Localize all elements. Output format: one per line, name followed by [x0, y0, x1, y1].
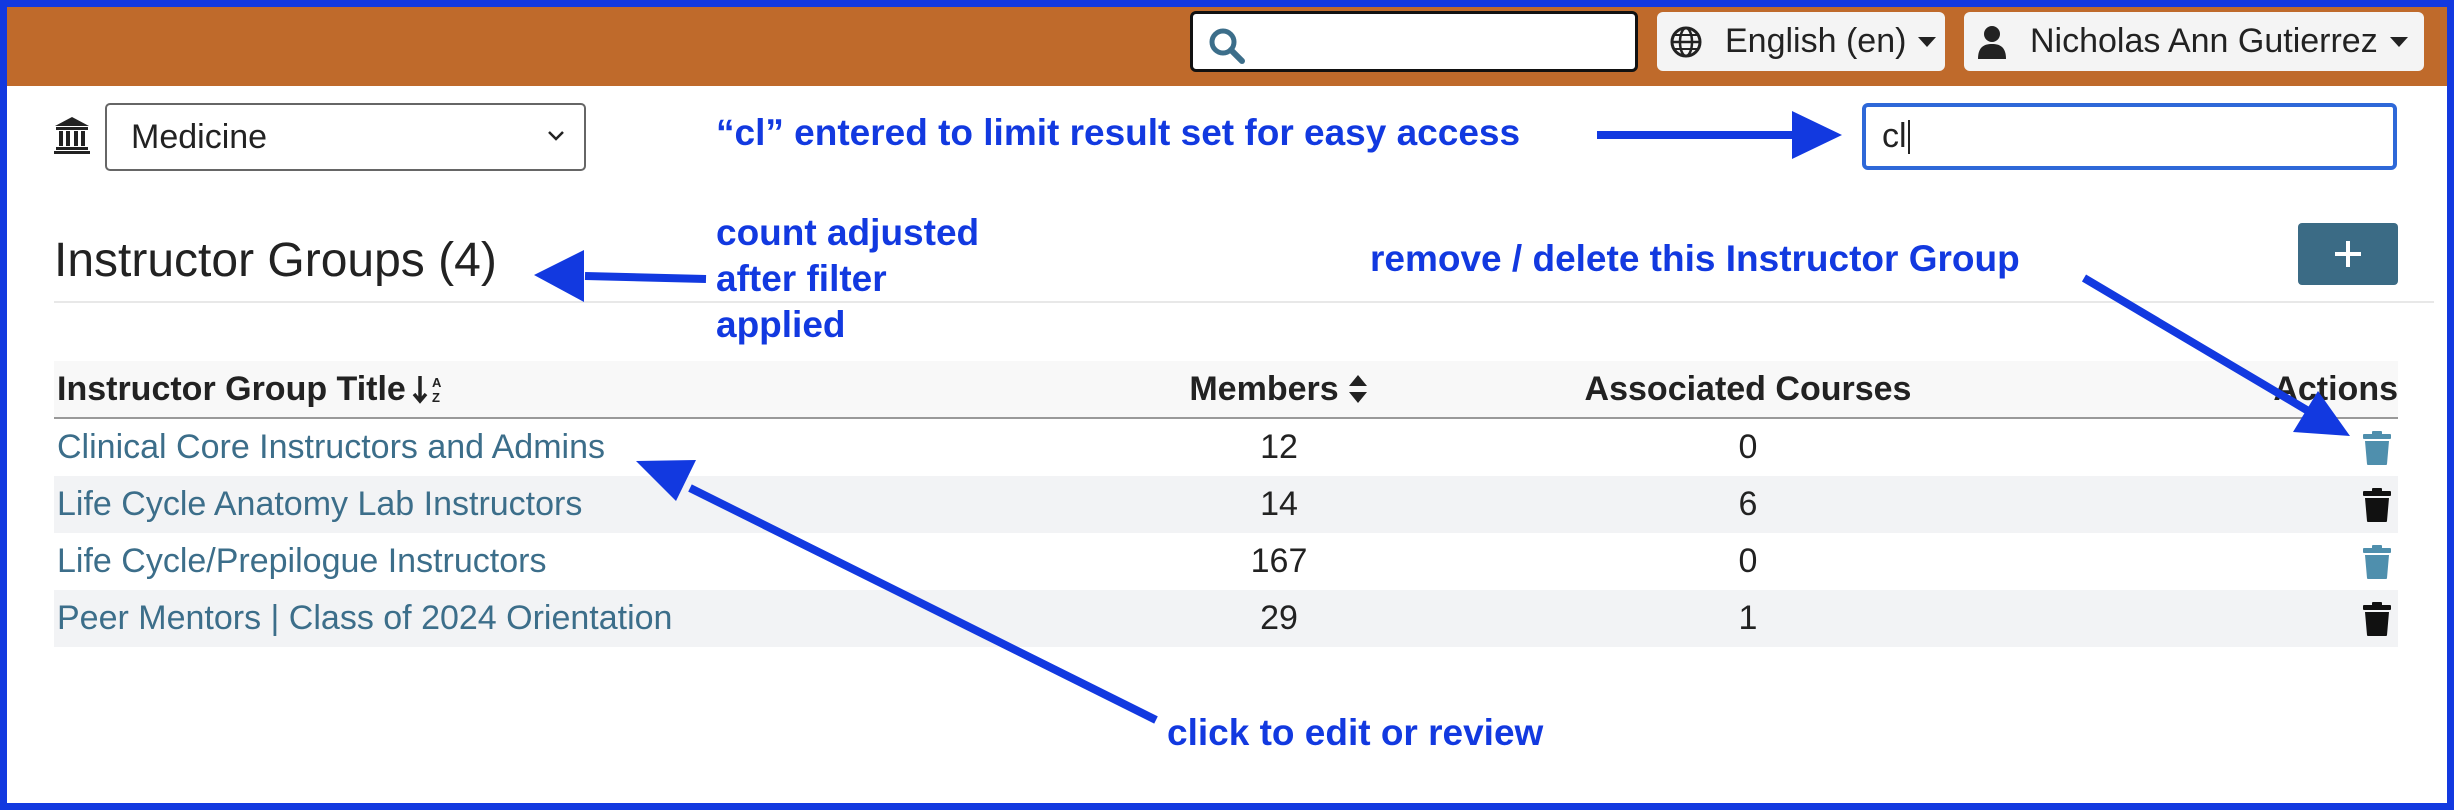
count-annotation-line-1: count adjusted — [716, 212, 980, 253]
column-header-actions: Actions — [2273, 369, 2398, 408]
table-row: Life Cycle Anatomy Lab Instructors 14 6 — [54, 476, 2398, 533]
delete-annotation: remove / delete this Instructor Group — [1370, 238, 2020, 279]
delete-button[interactable] — [2178, 590, 2398, 647]
courses-count: 0 — [1738, 428, 1758, 466]
sort-by-title-header[interactable]: Instructor Group Title A Z — [57, 361, 450, 417]
members-count: 12 — [1260, 428, 1298, 466]
trash-icon — [2363, 601, 2391, 636]
instructor-group-link[interactable]: Life Cycle/Prepilogue Instructors — [57, 533, 546, 590]
chevron-down-icon — [2389, 36, 2408, 47]
institution-icon — [54, 116, 90, 159]
members-count: 29 — [1260, 599, 1298, 637]
sort-by-members-header[interactable]: Members — [1104, 361, 1454, 417]
courses-count: 1 — [1738, 599, 1758, 637]
courses-count: 6 — [1738, 485, 1758, 523]
edit-annotation: click to edit or review — [1167, 712, 1544, 753]
instructor-group-link[interactable]: Peer Mentors | Class of 2024 Orientation — [57, 590, 672, 647]
delete-button[interactable] — [2178, 533, 2398, 590]
user-menu-dropdown[interactable]: Nicholas Ann Gutierrez — [1964, 12, 2424, 71]
sort-ascending-icon: A Z — [412, 375, 442, 404]
search-icon — [1209, 28, 1245, 64]
table-row: Clinical Core Instructors and Admins 12 … — [54, 419, 2398, 476]
divider — [54, 301, 2434, 303]
column-header-title: Instructor Group Title — [57, 369, 406, 408]
count-annotation-line-2: after filter — [716, 258, 887, 299]
top-navigation-bar: English (en) Nicholas Ann Gutierrez — [0, 0, 2454, 86]
courses-count: 0 — [1738, 542, 1758, 580]
filter-input[interactable]: cl — [1862, 103, 2397, 170]
trash-icon — [2363, 430, 2391, 465]
filter-annotation: “cl” entered to limit result set for eas… — [716, 112, 1521, 153]
text-cursor — [1907, 119, 1910, 154]
column-header-members: Members — [1189, 369, 1339, 408]
count-annotation-line-3: applied — [716, 304, 846, 345]
school-selected-value: Medicine — [131, 117, 268, 156]
plus-icon — [2335, 241, 2361, 267]
globe-icon — [1669, 25, 1703, 59]
add-instructor-group-button[interactable] — [2298, 223, 2398, 285]
instructor-groups-table: Instructor Group Title A Z Members Assoc… — [54, 361, 2398, 647]
delete-button[interactable] — [2178, 419, 2398, 476]
table-header: Instructor Group Title A Z Members Assoc… — [54, 361, 2398, 419]
svg-text:A: A — [432, 375, 442, 390]
chevron-down-icon — [548, 131, 564, 141]
members-count: 14 — [1260, 485, 1298, 523]
instructor-group-link[interactable]: Life Cycle Anatomy Lab Instructors — [57, 476, 582, 533]
page-title: Instructor Groups (4) — [54, 234, 497, 287]
table-row: Peer Mentors | Class of 2024 Orientation… — [54, 590, 2398, 647]
instructor-group-link[interactable]: Clinical Core Instructors and Admins — [57, 419, 605, 476]
members-count: 167 — [1250, 542, 1308, 580]
column-header-courses: Associated Courses — [1584, 369, 1912, 408]
global-search-input[interactable] — [1190, 11, 1638, 72]
user-icon — [1976, 25, 2008, 59]
filter-input-value: cl — [1882, 117, 1907, 155]
delete-button[interactable] — [2178, 476, 2398, 533]
trash-icon — [2363, 544, 2391, 579]
trash-icon — [2363, 487, 2391, 522]
school-select[interactable]: Medicine — [105, 103, 586, 171]
svg-text:Z: Z — [432, 390, 440, 404]
language-label: English (en) — [1725, 22, 1907, 60]
language-dropdown[interactable]: English (en) — [1657, 12, 1945, 71]
sort-icon — [1348, 375, 1367, 403]
user-name: Nicholas Ann Gutierrez — [2030, 22, 2378, 60]
chevron-down-icon — [1918, 36, 1937, 47]
table-row: Life Cycle/Prepilogue Instructors 167 0 — [54, 533, 2398, 590]
